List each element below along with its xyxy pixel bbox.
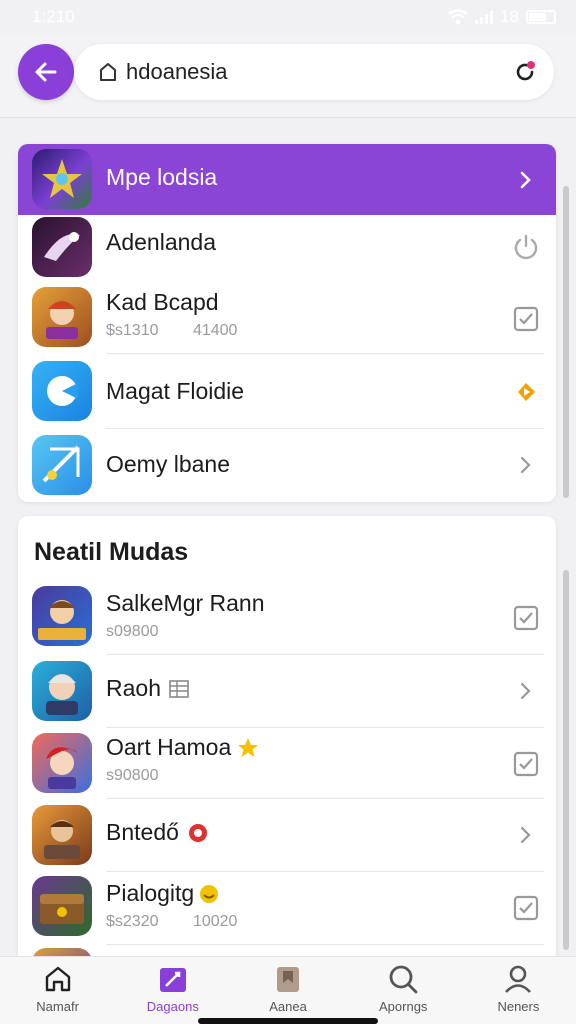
signal-icon (475, 10, 494, 24)
nav-item-home[interactable]: Namafr (0, 957, 115, 1024)
back-button[interactable] (18, 44, 74, 100)
item-subtitle: $s1310 41400 (106, 322, 238, 339)
nav-label: Namafr (36, 999, 79, 1014)
battery-percent: 18 (500, 7, 519, 26)
list-item[interactable]: Bntedő (18, 799, 556, 871)
list-item[interactable]: Raoh (18, 655, 556, 727)
section-heading: Neatil Mudas (34, 538, 189, 566)
nav-label: Aporngs (379, 999, 428, 1014)
wifi-icon (448, 9, 468, 25)
chevron-right-icon[interactable] (510, 164, 542, 196)
item-title: Pialogitg (106, 880, 195, 906)
reload-button[interactable] (510, 57, 540, 87)
item-title: Mpe lodsia (106, 164, 218, 190)
star-badge-icon (238, 737, 259, 757)
app-icon (32, 361, 92, 421)
list-item[interactable]: Kad Bcapd $s1310 41400 (18, 283, 556, 353)
section-card: Neatil Mudas SalkeMgr Rann s09800 Raoh O… (18, 516, 556, 956)
person-icon (505, 965, 532, 993)
bottom-nav: Namafr Dagaons Aanea Aporngs Neners (0, 956, 576, 1024)
checkbox-icon[interactable] (510, 748, 542, 780)
item-title: Oemy lbane (106, 451, 231, 477)
power-icon[interactable] (510, 231, 542, 263)
top-bar: hdoanesia (0, 34, 576, 118)
battery-icon (526, 10, 556, 24)
play-badge-icon[interactable] (510, 376, 542, 408)
nav-label: Neners (497, 999, 540, 1014)
nav-item-edit[interactable]: Dagaons (115, 957, 230, 1024)
list-item[interactable]: Oart Hamoa s90800 (18, 728, 556, 798)
clock: 1:210 (32, 7, 75, 26)
status-bar: 1:210 18 (0, 0, 576, 34)
item-title: Kad Bcapd (106, 289, 219, 315)
url-text: hdoanesia (126, 59, 228, 84)
checkbox-icon[interactable] (510, 303, 542, 335)
chevron-right-icon[interactable] (510, 819, 542, 851)
arrow-left-icon (35, 62, 57, 82)
list-item[interactable]: Pialogitg $s2320 10020 (18, 872, 556, 944)
edit-icon (159, 968, 186, 992)
nav-item-search[interactable]: Aporngs (346, 957, 461, 1024)
home-outline-icon (100, 63, 116, 81)
grid-badge-icon (169, 679, 189, 698)
reload-icon (516, 61, 535, 81)
item-title: Oart Hamoa (106, 734, 232, 760)
list-item[interactable]: Oemy lbane (18, 429, 556, 502)
url-field[interactable]: hdoanesia (74, 44, 554, 100)
chevron-right-icon[interactable] (510, 449, 542, 481)
item-title: Bntedő (106, 819, 179, 845)
nav-item-profile[interactable]: Neners (461, 957, 576, 1024)
nav-label: Dagaons (146, 999, 199, 1014)
app-icon (32, 805, 92, 865)
list-item[interactable]: Adenlanda (18, 215, 556, 283)
app-icon (32, 948, 92, 956)
nav-label: Aanea (269, 999, 307, 1014)
chevron-right-icon[interactable] (510, 675, 542, 707)
app-icon (32, 435, 92, 495)
item-title: SalkeMgr Rann (106, 590, 265, 616)
item-subtitle: s09800 (106, 623, 159, 640)
list-item (18, 946, 556, 956)
app-icon (32, 661, 92, 721)
item-title: Adenlanda (106, 229, 216, 255)
nav-item-book[interactable]: Aanea (230, 957, 345, 1024)
emoji-badge-icon (200, 884, 219, 903)
app-icon (32, 876, 92, 936)
app-icon (32, 586, 92, 646)
checkbox-icon[interactable] (510, 602, 542, 634)
item-title: Raoh (106, 675, 161, 701)
home-indicator (198, 1018, 378, 1024)
home-icon (45, 966, 70, 992)
app-icon (32, 733, 92, 793)
app-icon (32, 149, 92, 209)
item-subtitle: $s2320 10020 (106, 913, 238, 930)
scrollbar[interactable] (563, 570, 569, 950)
app-icon (32, 287, 92, 347)
list-item[interactable]: SalkeMgr Rann s09800 (18, 582, 556, 654)
item-subtitle: s90800 (106, 767, 159, 784)
app-list-card: Mpe lodsia Adenlanda Kad Bcapd $s1310 41… (18, 144, 556, 502)
search-icon (389, 965, 418, 994)
status-icons: 18 (448, 7, 556, 27)
item-title: Magat Floidie (106, 378, 245, 404)
divider (106, 944, 544, 945)
app-icon (32, 217, 92, 277)
book-icon (277, 967, 299, 992)
list-item[interactable]: Magat Floidie (18, 354, 556, 428)
list-item[interactable]: Mpe lodsia (18, 144, 556, 215)
checkbox-icon[interactable] (510, 892, 542, 924)
scrollbar[interactable] (563, 186, 569, 498)
red-badge-icon (188, 823, 207, 842)
